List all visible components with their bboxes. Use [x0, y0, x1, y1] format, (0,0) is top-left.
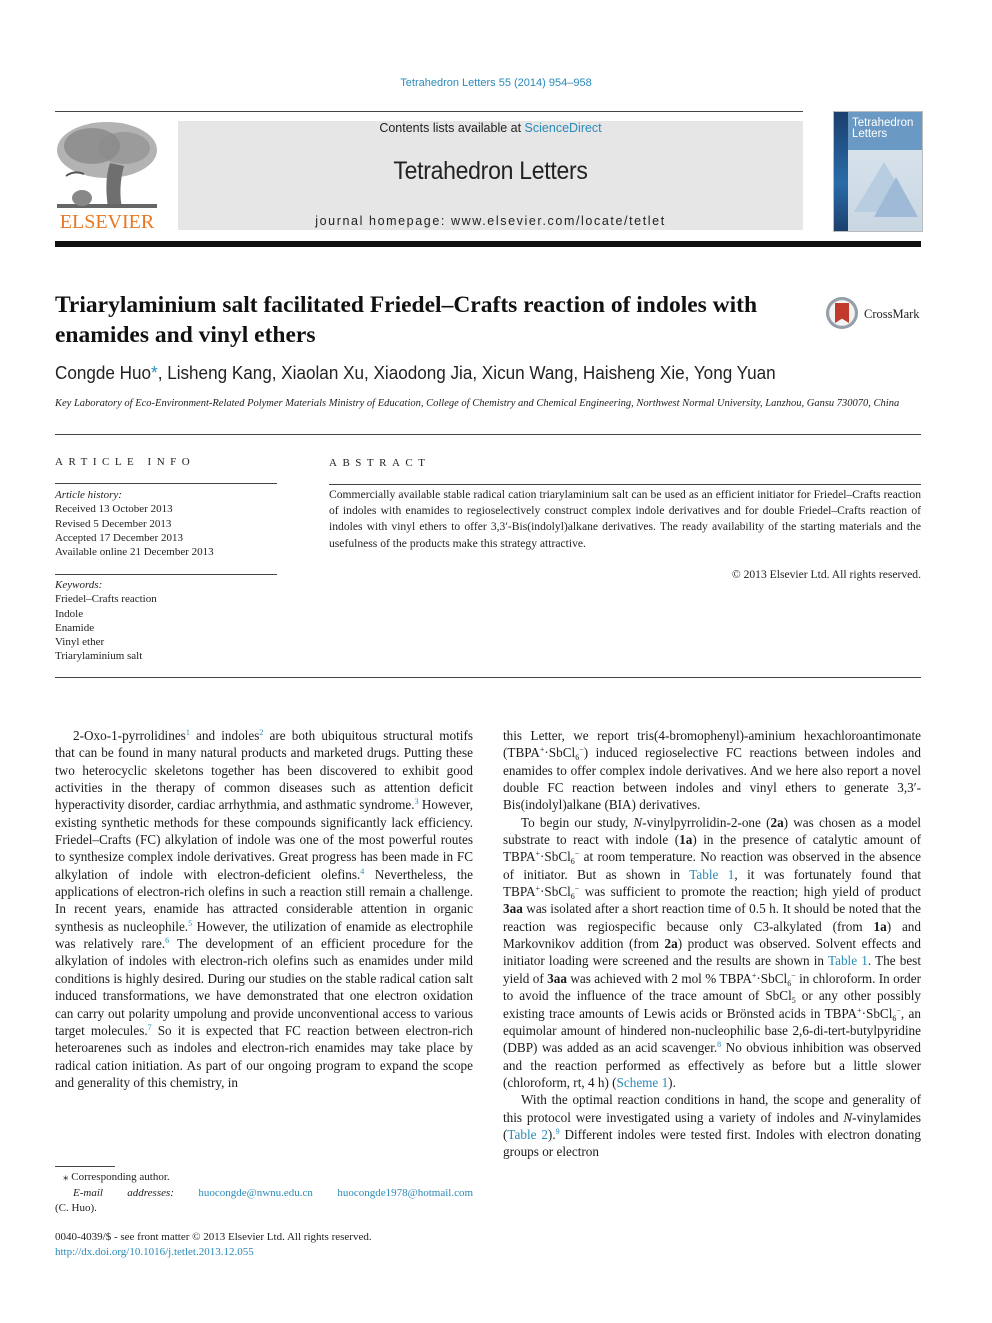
- journal-title: Tetrahedron Letters: [393, 157, 588, 185]
- article-info-heading: ARTICLE INFO: [55, 456, 196, 468]
- scheme-1-link[interactable]: Scheme 1: [617, 1075, 669, 1090]
- article-title: Triarylaminium salt facilitated Friedel–…: [55, 292, 758, 348]
- compound-label: 1a: [873, 918, 887, 934]
- paragraph: this Letter, we report tris(4-bromopheny…: [503, 728, 921, 813]
- footnotes: ⁎ Corresponding author. E-mail addresses…: [55, 1170, 473, 1217]
- table-2-link[interactable]: Table 2: [507, 1127, 548, 1142]
- compound-label: 2a: [770, 814, 784, 830]
- email-link[interactable]: huocongde1978@hotmail.com: [337, 1187, 473, 1199]
- compound-label: 2a: [664, 936, 678, 952]
- issn-line: 0040-4039/$ - see front matter © 2013 El…: [55, 1231, 372, 1243]
- header-thick-divider: [55, 241, 921, 247]
- table-1-link[interactable]: Table 1: [828, 953, 868, 968]
- keyword-item: Triarylaminium salt: [55, 650, 143, 663]
- paragraph: 2-Oxo-1-pyrrolidines1 and indoles2 are b…: [55, 728, 474, 1090]
- email-owner: (C. Huo).: [55, 1202, 97, 1214]
- history-item: Revised 5 December 2013: [55, 517, 172, 530]
- crossmark-icon: [826, 297, 858, 329]
- author-list: Congde Huo*, Lisheng Kang, Xiaolan Xu, X…: [55, 363, 891, 384]
- body-column-left: 2-Oxo-1-pyrrolidines1 and indoles2 are b…: [55, 727, 473, 1091]
- contents-prefix: Contents lists available at: [379, 121, 525, 135]
- history-item: Available online 21 December 2013: [55, 546, 214, 559]
- journal-homepage[interactable]: journal homepage: www.elsevier.com/locat…: [178, 214, 803, 228]
- crossmark-label: CrossMark: [864, 307, 920, 321]
- elsevier-logo: ELSEVIER: [52, 118, 162, 234]
- keywords-divider: [55, 574, 277, 575]
- cover-triangle-shape: [874, 177, 918, 217]
- front-matter-divider: [55, 677, 921, 678]
- keywords-label: Keywords:: [55, 579, 103, 591]
- front-matter-info: 0040-4039/$ - see front matter © 2013 El…: [55, 1230, 555, 1259]
- top-divider: [55, 111, 803, 112]
- cover-spine: [834, 112, 848, 231]
- co-authors: , Lisheng Kang, Xiaolan Xu, Xiaodong Jia…: [157, 363, 776, 383]
- cover-title: Tetrahedron Letters: [852, 117, 913, 140]
- article-info-divider: [55, 483, 277, 484]
- compound-label: 3aa: [547, 970, 567, 986]
- history-item: Accepted 17 December 2013: [55, 531, 183, 544]
- journal-header-band: Contents lists available at ScienceDirec…: [178, 121, 803, 230]
- corresponding-author: Congde Huo: [55, 363, 152, 383]
- email-link[interactable]: huocongde@nwnu.edu.cn: [198, 1187, 313, 1199]
- cover-title-line: Letters: [852, 128, 888, 140]
- contents-line: Contents lists available at ScienceDirec…: [178, 121, 803, 135]
- corresponding-author-note: ⁎ Corresponding author.: [63, 1171, 170, 1183]
- email-line: E-mail addresses: huocongde@nwnu.edu.cn …: [55, 1186, 473, 1202]
- affiliation-divider: [55, 434, 921, 435]
- paragraph: To begin our study, N-vinylpyrrolidin-2-…: [503, 814, 922, 1090]
- history-item: Received 13 October 2013: [55, 503, 173, 516]
- article-history-label: Article history:: [55, 489, 122, 501]
- keyword-item: Enamide: [55, 621, 95, 634]
- compound-label: 1a: [679, 832, 693, 848]
- table-1-link[interactable]: Table 1: [689, 867, 734, 882]
- elsevier-tree-icon: [52, 118, 162, 213]
- email-label: E-mail addresses:: [73, 1186, 174, 1199]
- article-history: Article history: Received 13 October 201…: [55, 488, 277, 559]
- abstract-heading: ABSTRACT: [329, 457, 431, 469]
- affiliation: Key Laboratory of Eco-Environment-Relate…: [55, 398, 900, 409]
- keyword-item: Indole: [55, 607, 84, 620]
- footnote-divider: [55, 1166, 115, 1167]
- crossmark-button[interactable]: CrossMark: [826, 297, 926, 333]
- abstract-divider: [329, 484, 921, 485]
- doi-link[interactable]: http://dx.doi.org/10.1016/j.tetlet.2013.…: [55, 1245, 555, 1260]
- compound-label: 3aa: [503, 901, 523, 917]
- body-column-right: this Letter, we report tris(4-bromopheny…: [503, 727, 921, 1161]
- keywords: Keywords: Friedel–Crafts reaction Indole…: [55, 578, 277, 664]
- abstract-copyright: © 2013 Elsevier Ltd. All rights reserved…: [731, 568, 921, 581]
- abstract-text: Commercially available stable radical ca…: [329, 488, 921, 550]
- journal-cover-image: Tetrahedron Letters: [833, 111, 923, 232]
- sciencedirect-link[interactable]: ScienceDirect: [525, 121, 602, 135]
- keyword-item: Friedel–Crafts reaction: [55, 593, 157, 606]
- keyword-item: Vinyl ether: [55, 636, 105, 649]
- elsevier-wordmark: ELSEVIER: [59, 211, 155, 233]
- paragraph: With the optimal reaction conditions in …: [503, 1092, 921, 1160]
- journal-reference-link[interactable]: Tetrahedron Letters 55 (2014) 954–958: [0, 77, 992, 89]
